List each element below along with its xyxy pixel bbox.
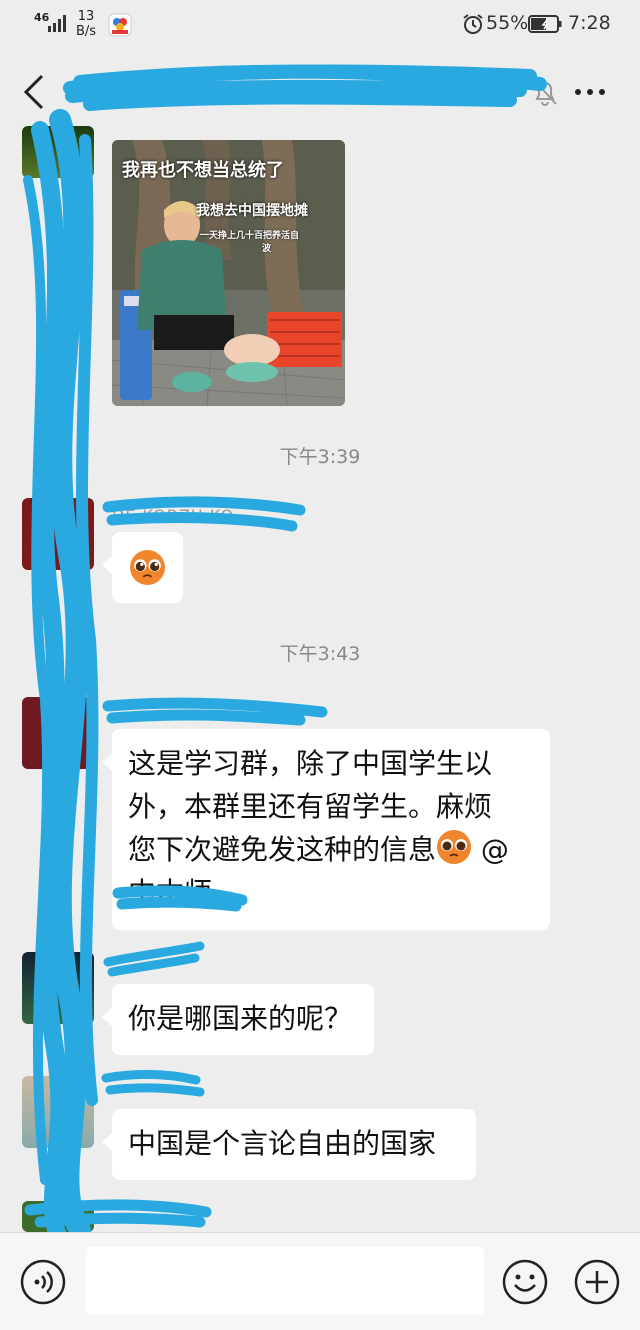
message-bubble-text[interactable]: 你是哪国来的呢？ bbox=[102, 984, 374, 1055]
meme-image[interactable]: 我再也不想当总统了 我想去中国摆地摊 一天挣上几十百把养活自 波 bbox=[112, 140, 345, 406]
message-bubble-text[interactable]: 这是学习群，除了中国学生以 外，本群里还有留学生。麻烦 您下次避免发这种的信息 … bbox=[102, 729, 550, 930]
pleading-face-emoji bbox=[130, 550, 165, 585]
more-dots-icon[interactable] bbox=[572, 78, 608, 106]
chat-title bbox=[70, 76, 520, 110]
message-bubble-emoji[interactable] bbox=[102, 532, 183, 603]
signal-bars-icon bbox=[48, 15, 66, 32]
message-bubble-text[interactable]: 中国是个言论自由的国家 bbox=[102, 1109, 476, 1180]
meme-caption-1: 我再也不想当总统了 bbox=[122, 160, 284, 181]
battery-percent: 55% bbox=[486, 12, 529, 34]
network-speed-unit: B/s bbox=[76, 24, 97, 39]
timestamp: 下午3:43 bbox=[279, 643, 361, 665]
avatar[interactable] bbox=[22, 697, 94, 769]
network-speed-value: 13 bbox=[77, 9, 95, 24]
message-line: 这是学习群，除了中国学生以 bbox=[128, 747, 493, 780]
avatar[interactable] bbox=[22, 498, 94, 570]
clock-time: 7:28 bbox=[568, 12, 611, 34]
message-line-text: 您下次避免发这种的信息 bbox=[128, 833, 437, 866]
avatar[interactable] bbox=[22, 1076, 94, 1148]
plus-icon[interactable] bbox=[574, 1259, 620, 1305]
avatar[interactable] bbox=[22, 126, 94, 178]
app-notification-icon bbox=[108, 13, 132, 37]
status-bar: 46 13 B/s 55% 7:28 bbox=[0, 0, 640, 48]
timestamp: 下午3:39 bbox=[279, 446, 361, 468]
emoji-smiley-icon[interactable] bbox=[502, 1259, 548, 1305]
message-input[interactable] bbox=[86, 1247, 484, 1315]
meme-caption-3: 一天挣上几十百把养活自 bbox=[200, 231, 300, 241]
input-bar bbox=[0, 1232, 640, 1330]
meme-caption-4: 波 bbox=[262, 244, 272, 254]
pleading-face-emoji bbox=[437, 830, 472, 864]
mute-bell-icon bbox=[533, 79, 557, 106]
message-line: 外，本群里还有留学生。麻烦 bbox=[128, 790, 493, 823]
chat-header bbox=[0, 48, 640, 138]
message-text: 中国是个言论自由的国家 bbox=[128, 1127, 437, 1160]
message-line: 中本师 bbox=[128, 876, 213, 909]
mention-symbol: @ bbox=[472, 833, 509, 866]
sender-name: DE KORZH KO bbox=[112, 506, 235, 525]
meme-caption-2: 我想去中国摆地摊 bbox=[196, 203, 308, 219]
avatar[interactable] bbox=[22, 952, 94, 1024]
message-text: 你是哪国来的呢？ bbox=[128, 1002, 353, 1035]
message-line: 您下次避免发这种的信息 @ bbox=[128, 828, 534, 871]
battery-icon bbox=[528, 15, 562, 33]
back-arrow-icon[interactable] bbox=[18, 72, 50, 112]
voice-icon[interactable] bbox=[20, 1259, 66, 1305]
alarm-icon bbox=[463, 14, 483, 34]
avatar[interactable] bbox=[22, 1201, 94, 1232]
network-speed: 13 B/s bbox=[76, 9, 96, 39]
